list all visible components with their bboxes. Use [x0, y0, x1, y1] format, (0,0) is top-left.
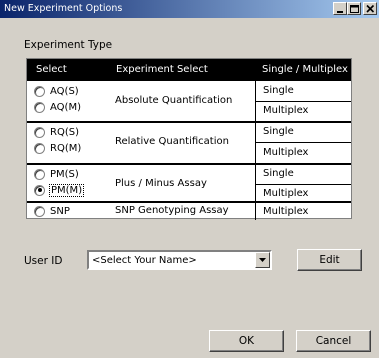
radio-label: AQ(S) [50, 85, 79, 97]
radio-label: RQ(M) [50, 142, 82, 154]
ok-button[interactable]: OK [209, 330, 284, 352]
radio-label: PM(M) [48, 183, 85, 197]
chevron-down-icon [259, 258, 266, 262]
new-experiment-options-dialog: New Experiment Options Experiment Type S… [0, 0, 379, 358]
radio-rq-single[interactable]: RQ(S) [34, 125, 79, 139]
user-select[interactable]: <Select Your Name> [87, 250, 272, 270]
radio-label: RQ(S) [50, 126, 79, 138]
experiment-name: Relative Quantification [115, 136, 229, 147]
title-bar[interactable]: New Experiment Options [0, 0, 379, 18]
radio-circle[interactable] [34, 205, 45, 217]
experiment-name: SNP Genotyping Assay [115, 205, 229, 216]
radio-circle[interactable] [34, 126, 45, 138]
cancel-button[interactable]: Cancel [296, 330, 371, 352]
radio-circle[interactable] [34, 101, 45, 113]
radio-circle[interactable] [34, 85, 45, 97]
mode-label: Single [263, 126, 294, 137]
dropdown-button[interactable] [255, 252, 270, 268]
radio-circle[interactable] [34, 142, 45, 154]
table-row-plus-minus: PM(S) PM(M) Plus / Minus Assay Single Mu… [27, 163, 351, 203]
radio-aq-single[interactable]: AQ(S) [34, 84, 79, 98]
maximize-icon [350, 5, 359, 13]
cell-divider [255, 142, 351, 143]
mode-label: Multiplex [263, 206, 309, 217]
experiment-name: Plus / Minus Assay [115, 178, 207, 189]
radio-label: PM(S) [50, 168, 79, 180]
column-divider [255, 203, 256, 220]
edit-button[interactable]: Edit [297, 249, 362, 271]
table-row-relative: RQ(S) RQ(M) Relative Quantification Sing… [27, 121, 351, 163]
radio-label: SNP [50, 205, 70, 217]
mode-label: Single [263, 168, 294, 179]
radio-circle[interactable] [34, 168, 45, 180]
close-button[interactable] [363, 2, 377, 15]
mode-label: Multiplex [263, 147, 309, 158]
minimize-icon [337, 11, 343, 13]
radio-rq-multiplex[interactable]: RQ(M) [34, 141, 81, 155]
mode-label: Single [263, 85, 294, 96]
column-divider [255, 123, 256, 163]
radio-circle-selected[interactable] [34, 184, 45, 196]
mode-label: Multiplex [263, 105, 309, 116]
table-row-absolute: AQ(S) AQ(M) Absolute Quantification Sing… [27, 81, 351, 121]
experiment-type-table: Select Experiment Select Single / Multip… [26, 58, 352, 220]
radio-pm-multiplex[interactable]: PM(M) [34, 183, 85, 197]
user-id-label: User ID [24, 255, 63, 267]
close-icon [366, 4, 375, 13]
table-row-snp: SNP SNP Genotyping Assay Multiplex [27, 201, 351, 220]
minimize-button[interactable] [333, 2, 347, 15]
maximize-button[interactable] [347, 2, 361, 15]
cell-divider [255, 184, 351, 185]
radio-aq-multiplex[interactable]: AQ(M) [34, 100, 81, 114]
window-title: New Experiment Options [4, 3, 123, 14]
experiment-name: Absolute Quantification [115, 95, 233, 106]
radio-snp[interactable]: SNP [34, 204, 70, 218]
table-header: Select Experiment Select Single / Multip… [27, 59, 351, 81]
header-mode: Single / Multiplex [262, 64, 348, 75]
header-select: Select [36, 64, 67, 75]
radio-label: AQ(M) [50, 101, 81, 113]
mode-label: Multiplex [263, 188, 309, 199]
cell-divider [255, 101, 351, 102]
header-experiment-select: Experiment Select [116, 64, 208, 75]
experiment-type-label: Experiment Type [24, 39, 113, 51]
radio-pm-single[interactable]: PM(S) [34, 167, 79, 181]
user-select-value: <Select Your Name> [92, 255, 197, 266]
